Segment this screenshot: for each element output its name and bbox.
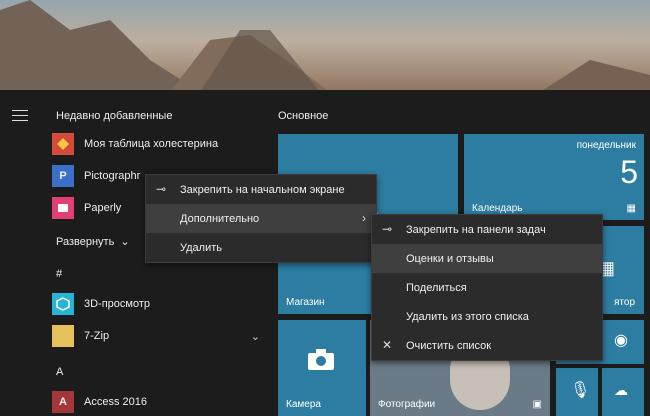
submenu: ⊸ Закрепить на панели задач Оценки и отз… <box>371 214 603 361</box>
menu-item-label: Очистить список <box>406 339 492 352</box>
tile-label: Камера <box>286 399 321 410</box>
paperly-icon <box>52 197 74 219</box>
expand-button[interactable]: Развернуть ⌄ <box>56 235 130 248</box>
cloud-icon: ☁ <box>614 382 628 398</box>
menu-item-label: Поделиться <box>406 281 467 294</box>
menu-item-label: Закрепить на начальном экране <box>180 183 345 196</box>
calendar-date: 5 <box>620 154 638 190</box>
hamburger-menu-icon[interactable] <box>12 110 28 122</box>
onedrive-tile[interactable]: ☁ <box>602 368 644 416</box>
app-label: Access 2016 <box>84 396 147 408</box>
photos-icon: ▣ <box>532 399 542 410</box>
tile-label: Фотографии <box>378 399 436 410</box>
rate-review-item[interactable]: Оценки и отзывы <box>372 244 602 273</box>
desktop-wallpaper <box>0 0 650 92</box>
app-item-3d-viewer[interactable]: 3D-просмотр <box>52 290 262 318</box>
menu-item-label: Оценки и отзывы <box>406 252 494 265</box>
context-menu: ⊸ Закрепить на начальном экране Дополнит… <box>145 174 377 263</box>
app-label: Моя таблица холестерина <box>84 138 219 150</box>
camera-tile[interactable]: Камера <box>278 320 366 416</box>
calendar-tile[interactable]: понедельник 5 Календарь ▦ <box>464 134 644 220</box>
chevron-down-icon: ⌄ <box>117 236 130 248</box>
expand-label: Развернуть <box>56 236 115 248</box>
menu-item-label: Дополнительно <box>180 212 260 225</box>
app-label: Pictographr <box>84 170 141 182</box>
main-section-title: Основное <box>278 110 329 122</box>
close-icon: ✕ <box>382 338 393 352</box>
pin-to-taskbar-item[interactable]: ⊸ Закрепить на панели задач <box>372 215 602 244</box>
calendar-icon: ▦ <box>626 203 636 214</box>
access-icon: A <box>52 391 74 413</box>
chevron-right-icon: › <box>362 211 366 225</box>
tile-label: Магазин <box>286 297 325 308</box>
pictographr-icon: P <box>52 165 74 187</box>
tile-label: ятор <box>614 297 636 308</box>
group-letter[interactable]: A <box>56 366 63 378</box>
uninstall-item[interactable]: Удалить <box>146 233 376 262</box>
pin-to-start-item[interactable]: ⊸ Закрепить на начальном экране <box>146 175 376 204</box>
tile-label: Календарь <box>472 203 523 214</box>
recent-section-title: Недавно добавленные <box>56 110 173 122</box>
pin-icon: ⊸ <box>156 182 167 196</box>
microphone-icon: 🎙 <box>570 382 591 399</box>
menu-item-label: Закрепить на панели задач <box>406 223 546 236</box>
pin-icon: ⊸ <box>382 222 393 236</box>
app-item-access[interactable]: A Access 2016 <box>52 388 262 416</box>
3d-viewer-icon <box>52 293 74 315</box>
calendar-day: понедельник <box>576 140 636 151</box>
app-item-7zip[interactable]: 7-Zip ⌄ <box>52 322 262 350</box>
share-item[interactable]: Поделиться <box>372 273 602 302</box>
app-label: 7-Zip <box>84 330 110 342</box>
clear-list-item[interactable]: ✕ Очистить список <box>372 331 602 360</box>
menu-item-label: Удалить из этого списка <box>406 310 529 323</box>
group-letter[interactable]: # <box>56 268 62 280</box>
folder-icon <box>52 325 74 347</box>
app-item-cholesterol[interactable]: Моя таблица холестерина <box>52 130 262 158</box>
camera-icon <box>308 349 334 370</box>
chevron-down-icon[interactable]: ⌄ <box>251 330 260 343</box>
app-label: Paperly <box>84 202 122 214</box>
voice-recorder-tile[interactable]: 🎙 <box>556 368 598 416</box>
cholesterol-app-icon <box>52 133 74 155</box>
app-label: 3D-просмотр <box>84 298 151 310</box>
more-item[interactable]: Дополнительно › <box>146 204 376 233</box>
webcam-icon: ◉ <box>614 332 628 349</box>
menu-item-label: Удалить <box>180 241 222 254</box>
remove-from-list-item[interactable]: Удалить из этого списка <box>372 302 602 331</box>
